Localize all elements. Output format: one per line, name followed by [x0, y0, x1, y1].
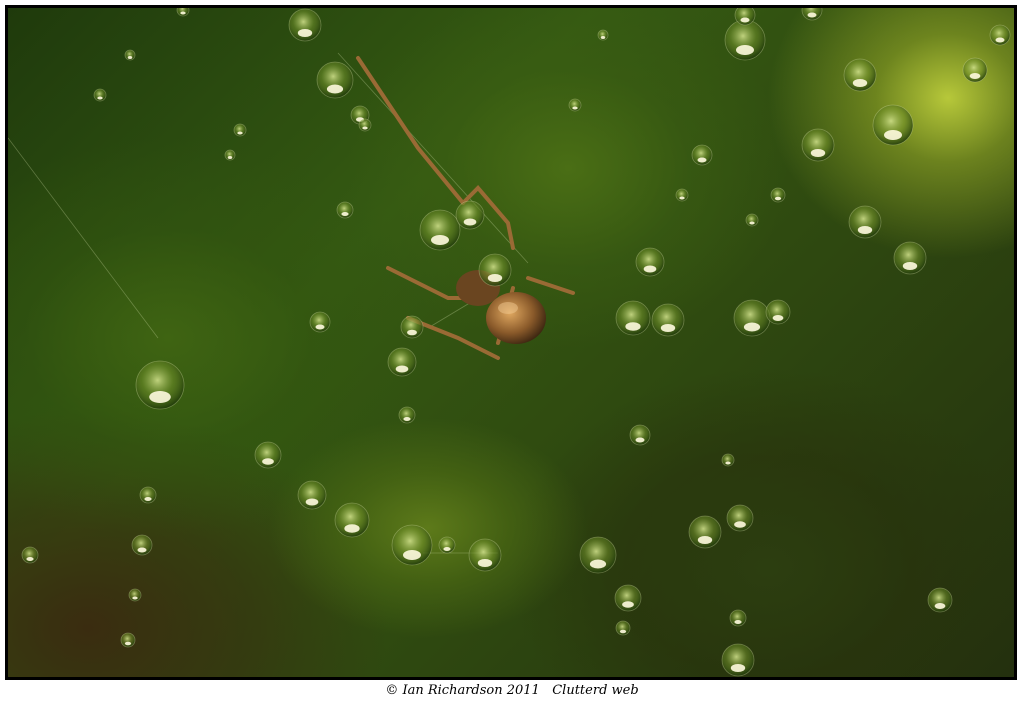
droplet-highlight — [600, 36, 606, 39]
droplet-highlight — [807, 12, 817, 18]
droplet-highlight — [124, 641, 132, 646]
photo-illustration — [8, 8, 1011, 677]
droplet-highlight — [463, 218, 477, 226]
droplet-highlight — [772, 315, 784, 321]
droplet-highlight — [774, 196, 782, 201]
droplet-highlight — [643, 265, 657, 273]
droplet-highlight — [619, 629, 627, 634]
droplet-highlight — [749, 221, 755, 225]
droplet-highlight — [341, 212, 349, 216]
droplet-highlight — [403, 417, 411, 421]
droplet-highlight — [315, 324, 325, 330]
droplet-highlight — [934, 603, 946, 609]
droplet-highlight — [902, 262, 918, 270]
droplet-highlight — [697, 157, 707, 163]
droplet-highlight — [326, 84, 344, 94]
droplet-highlight — [344, 524, 360, 533]
droplet-highlight — [477, 559, 493, 567]
droplet-highlight — [26, 557, 34, 561]
spider-web-photo — [8, 8, 1014, 677]
droplet-highlight — [740, 17, 750, 23]
droplet-highlight — [403, 550, 421, 560]
droplet-highlight — [810, 149, 826, 157]
droplet-highlight — [180, 11, 186, 15]
droplet-highlight — [487, 274, 503, 282]
droplet-highlight — [127, 56, 133, 59]
photo-title: Clutterd web — [552, 683, 639, 698]
droplet-highlight — [407, 329, 417, 336]
droplet-highlight — [132, 596, 138, 600]
droplet-highlight — [697, 536, 713, 544]
droplet-highlight — [660, 324, 676, 332]
droplet-highlight — [743, 322, 761, 332]
droplet-highlight — [237, 131, 243, 135]
droplet-highlight — [589, 559, 607, 569]
droplet-highlight — [995, 37, 1005, 43]
droplet-highlight — [730, 664, 746, 672]
photo-frame — [0, 0, 1024, 705]
copyright-text: © Ian Richardson 2011 — [385, 683, 540, 698]
droplet-highlight — [572, 106, 578, 110]
droplet-highlight — [395, 365, 409, 373]
droplet-highlight — [622, 601, 634, 608]
droplet-highlight — [969, 73, 981, 79]
droplet-highlight — [262, 458, 274, 465]
photo-caption: © Ian Richardson 2011 Clutterd web — [0, 681, 1024, 701]
droplet-highlight — [857, 226, 873, 234]
droplet-highlight — [149, 391, 171, 403]
droplet-highlight — [734, 620, 742, 624]
droplet-highlight — [736, 45, 754, 55]
droplet-highlight — [884, 130, 902, 140]
droplet-highlight — [137, 547, 147, 553]
droplet-highlight — [97, 96, 103, 100]
web-threads — [8, 52, 529, 554]
droplet-highlight — [305, 498, 319, 506]
droplet-highlight — [431, 235, 449, 245]
droplet-highlight — [443, 547, 451, 551]
droplet-highlight — [144, 497, 152, 501]
droplet-highlight — [635, 437, 645, 443]
droplet-highlight — [227, 156, 233, 159]
droplet-highlight — [725, 461, 731, 465]
droplet-highlight — [297, 29, 313, 37]
droplet-highlight — [734, 521, 746, 528]
droplet-highlight — [362, 126, 368, 130]
droplet-highlight — [679, 196, 685, 200]
droplet-highlight — [852, 79, 868, 87]
droplet-highlight — [625, 322, 641, 331]
